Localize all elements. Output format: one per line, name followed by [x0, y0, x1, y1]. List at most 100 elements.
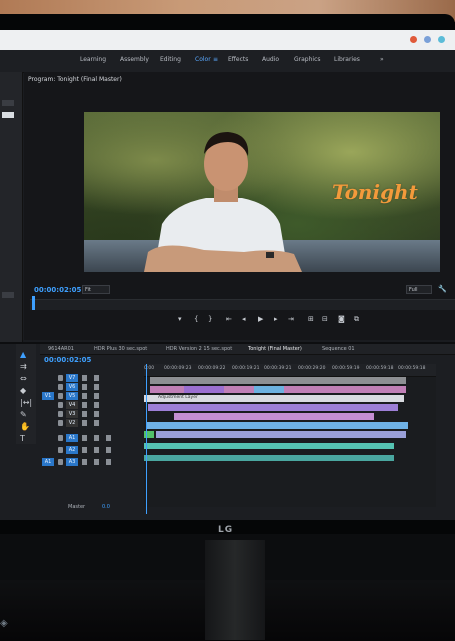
out-point-icon[interactable]: }	[208, 315, 212, 323]
eye-icon[interactable]	[94, 411, 99, 417]
clip-audio-a2[interactable]	[144, 455, 394, 461]
type-tool-icon[interactable]: T	[20, 434, 25, 443]
lock-icon[interactable]	[58, 435, 63, 441]
clip-video-v1[interactable]	[156, 431, 406, 438]
track-header-audio[interactable]: A1 A3	[40, 458, 144, 467]
track-header-audio[interactable]: A1	[40, 434, 144, 443]
tab-sequence-1[interactable]: 9614AR01	[48, 346, 74, 352]
lock-icon[interactable]	[58, 459, 63, 465]
clip-graphic[interactable]	[150, 377, 406, 384]
toggle-sync-icon[interactable]	[82, 375, 87, 381]
play-icon[interactable]: ▶	[258, 315, 263, 323]
tab-editing[interactable]: Editing	[160, 56, 181, 63]
razor-icon[interactable]: ◆	[20, 386, 26, 395]
tab-libraries[interactable]: Libraries	[334, 56, 360, 63]
eye-icon[interactable]	[94, 375, 99, 381]
lock-icon[interactable]	[58, 375, 63, 381]
clip-video-v2[interactable]	[146, 422, 408, 429]
tab-graphics[interactable]: Graphics	[294, 56, 321, 63]
track-target[interactable]: V5	[66, 392, 78, 400]
eye-icon[interactable]	[94, 420, 99, 426]
clip-audio-a1[interactable]	[144, 443, 394, 449]
lock-icon[interactable]	[58, 402, 63, 408]
eye-icon[interactable]	[94, 402, 99, 408]
track-target[interactable]: V2	[66, 419, 78, 427]
panel-thumb-selected[interactable]	[2, 112, 14, 118]
selection-tool-icon[interactable]: ▲	[20, 350, 26, 359]
timeline-ruler[interactable]: 0:00 00:00:09:23 00:00:09:22 00:00:19:21…	[144, 364, 436, 377]
track-header-video[interactable]: V6	[40, 383, 144, 392]
master-volume-value[interactable]: 0.0	[102, 504, 110, 510]
source-patch[interactable]: A1	[42, 458, 54, 466]
camera-icon[interactable]: ◙	[338, 315, 345, 323]
slip-icon[interactable]: |↔|	[20, 398, 32, 407]
track-header-audio[interactable]: A2	[40, 446, 144, 455]
lift-icon[interactable]: ⊞	[308, 315, 314, 323]
clip-video-v6[interactable]	[254, 386, 284, 393]
source-patch[interactable]: V1	[42, 392, 54, 400]
hand-icon[interactable]: ✋	[20, 422, 30, 431]
timeline-timecode[interactable]: 00:00:02:05	[44, 356, 91, 364]
monitor-timecode[interactable]: 00:00:02:05	[34, 286, 81, 294]
lock-icon[interactable]	[58, 420, 63, 426]
mute-icon[interactable]	[94, 459, 99, 465]
eye-icon[interactable]	[94, 393, 99, 399]
track-target[interactable]: V4	[66, 401, 78, 409]
monitor-playhead[interactable]	[32, 296, 35, 310]
timeline-playhead[interactable]	[146, 364, 147, 514]
pen-icon[interactable]: ✎	[20, 410, 27, 419]
track-header-video[interactable]: V3	[40, 410, 144, 419]
toggle-sync-icon[interactable]	[82, 420, 87, 426]
track-select-icon[interactable]: ⇉	[20, 362, 27, 371]
mark-in-icon[interactable]: ▾	[178, 315, 182, 323]
monitor-scrubber[interactable]	[30, 299, 455, 310]
clip-video-v3[interactable]	[174, 413, 374, 420]
tab-effects[interactable]: Effects	[228, 56, 248, 63]
toggle-sync-icon[interactable]	[82, 411, 87, 417]
toggle-sync-icon[interactable]	[82, 393, 87, 399]
clip-video-v6[interactable]	[184, 386, 224, 393]
step-back-icon[interactable]: ◂	[242, 315, 246, 323]
menu-icon[interactable]: ≡	[213, 56, 218, 63]
timeline-tracks[interactable]: Adjustment Layer	[144, 377, 436, 507]
wrench-icon[interactable]: 🔧	[438, 285, 447, 293]
panel-thumb[interactable]	[2, 100, 14, 106]
toggle-sync-icon[interactable]	[82, 459, 87, 465]
track-target[interactable]: V3	[66, 410, 78, 418]
solo-icon[interactable]	[106, 435, 111, 441]
eye-icon[interactable]	[94, 384, 99, 390]
track-target[interactable]: A1	[66, 434, 78, 442]
track-target[interactable]: A2	[66, 446, 78, 454]
lock-icon[interactable]	[58, 393, 63, 399]
solo-icon[interactable]	[106, 447, 111, 453]
lock-icon[interactable]	[58, 411, 63, 417]
track-target[interactable]: V6	[66, 383, 78, 391]
extract-icon[interactable]: ⊟	[322, 315, 328, 323]
tab-sequence-active[interactable]: Tonight (Final Master)	[248, 346, 302, 352]
toggle-sync-icon[interactable]	[82, 435, 87, 441]
toggle-sync-icon[interactable]	[82, 447, 87, 453]
resolution-select[interactable]: Full	[406, 285, 432, 294]
tab-audio[interactable]: Audio	[262, 56, 279, 63]
panel-thumb[interactable]	[2, 292, 14, 298]
clip-video-v4[interactable]	[148, 404, 398, 411]
solo-icon[interactable]	[106, 459, 111, 465]
mute-icon[interactable]	[94, 435, 99, 441]
mute-icon[interactable]	[94, 447, 99, 453]
tab-sequence-5[interactable]: Sequence 01	[322, 346, 355, 352]
tab-learning[interactable]: Learning	[80, 56, 106, 63]
track-target[interactable]: V7	[66, 374, 78, 382]
track-header-video[interactable]: V7	[40, 374, 144, 383]
zoom-select[interactable]: Fit	[82, 285, 110, 294]
in-point-icon[interactable]: {	[194, 315, 198, 323]
tab-sequence-3[interactable]: HDR Version 2 15 sec.spot	[166, 346, 232, 352]
go-to-in-icon[interactable]: ⇤	[226, 315, 232, 323]
track-target[interactable]: A3	[66, 458, 78, 466]
tab-assembly[interactable]: Assembly	[120, 56, 149, 63]
more-tabs-icon[interactable]: »	[380, 56, 384, 63]
toggle-sync-icon[interactable]	[82, 402, 87, 408]
step-forward-icon[interactable]: ▸	[274, 315, 278, 323]
track-header-video[interactable]: V4	[40, 401, 144, 410]
go-to-out-icon[interactable]: ⇥	[288, 315, 294, 323]
lock-icon[interactable]	[58, 384, 63, 390]
